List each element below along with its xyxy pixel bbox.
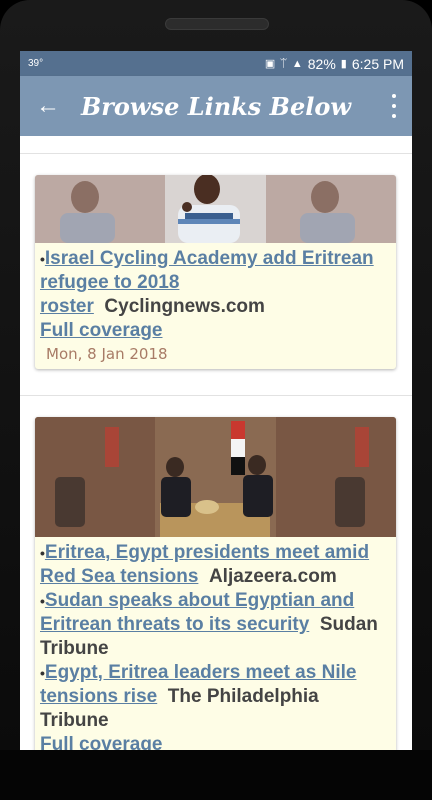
card-image — [35, 417, 396, 537]
card-image — [35, 175, 396, 243]
battery-percent: 82% — [307, 55, 336, 72]
app-bar: ← Browse Links Below — [20, 76, 412, 136]
source-label: Cyclingnews.com — [104, 296, 265, 317]
battery-icon: ▮ — [340, 58, 347, 70]
status-bar: 39° ▣ ᛠ ▲ 82% ▮ 6:25 PM — [20, 51, 412, 76]
source-label: Aljazeera.com — [208, 566, 337, 587]
overflow-menu-icon[interactable] — [388, 94, 400, 118]
bluetooth-icon: ᛠ — [280, 57, 287, 70]
headline-link[interactable]: Sudan speaks about Egyptian and Eritrean… — [40, 590, 354, 635]
news-card[interactable]: •Israel Cycling Academy add Eritrean ref… — [35, 175, 396, 369]
temperature-label: 39° — [28, 58, 44, 69]
phone-frame: 39° ▣ ᛠ ▲ 82% ▮ 6:25 PM ← Browse Links B… — [0, 0, 432, 800]
news-item: •Eritrea, Egypt presidents meet amid Red… — [40, 542, 370, 587]
page-title: Browse Links Below — [80, 91, 351, 121]
full-coverage-link[interactable]: Full coverage — [40, 319, 163, 343]
news-card[interactable]: •Eritrea, Egypt presidents meet amid Red… — [35, 417, 396, 750]
divider — [20, 395, 412, 396]
date-label: Mon, 8 Jan 2018 — [46, 345, 168, 363]
notification-icon: ▣ — [264, 58, 276, 70]
news-item: •Israel Cycling Academy add Eritrean ref… — [40, 248, 374, 317]
navigation-bar — [0, 750, 432, 800]
screen: 39° ▣ ᛠ ▲ 82% ▮ 6:25 PM ← Browse Links B… — [20, 51, 412, 750]
speaker-grille — [165, 18, 269, 30]
divider — [20, 153, 412, 154]
full-coverage-link[interactable]: Full coverage — [40, 733, 163, 750]
news-item: •Egypt, Eritrea leaders meet as Nile ten… — [40, 662, 357, 731]
news-list: •Israel Cycling Academy add Eritrean ref… — [20, 136, 412, 750]
back-arrow-icon[interactable]: ← — [34, 92, 62, 120]
news-item: •Sudan speaks about Egyptian and Eritrea… — [40, 590, 378, 659]
clock: 6:25 PM — [351, 55, 404, 72]
signal-icon: ▲ — [291, 57, 303, 70]
